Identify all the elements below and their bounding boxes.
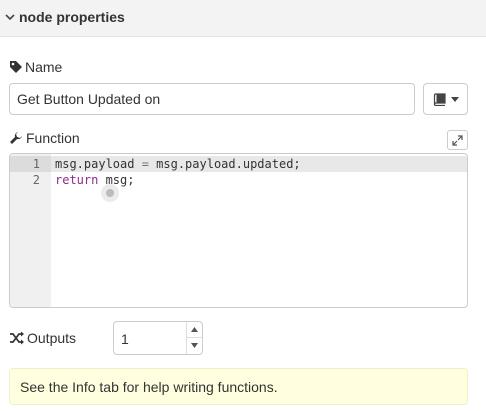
expand-editor-button[interactable] (447, 130, 468, 150)
section-title: node properties (19, 9, 125, 25)
shuffle-icon (10, 331, 24, 345)
caret-down-icon (191, 343, 198, 348)
name-label: Name (25, 59, 63, 75)
outputs-label: Outputs (27, 330, 77, 346)
tag-icon (10, 61, 22, 73)
expand-icon (452, 135, 463, 146)
library-button[interactable] (423, 83, 468, 115)
function-label: Function (26, 130, 80, 146)
line-number: 2 (32, 173, 40, 187)
spinner-up-button[interactable] (186, 322, 202, 338)
text-cursor-marker-icon (101, 184, 119, 202)
code-token: msg.payload (55, 157, 142, 171)
chevron-down-icon[interactable] (2, 8, 18, 26)
outputs-value[interactable]: 1 (121, 331, 129, 347)
line-number: 1 (32, 157, 40, 171)
code-line[interactable]: msg.payload = msg.payload.updated; (55, 156, 301, 172)
caret-down-icon (451, 97, 459, 102)
name-input[interactable] (9, 83, 415, 115)
code-keyword: return (55, 173, 99, 187)
spinner-down-button[interactable] (186, 338, 202, 354)
caret-up-icon (191, 327, 198, 332)
code-line[interactable]: return msg; (55, 172, 134, 188)
section-header[interactable]: node properties (0, 0, 486, 37)
help-tip: See the Info tab for help writing functi… (9, 368, 468, 405)
outputs-spinner[interactable]: 1 (113, 321, 203, 355)
book-icon (433, 93, 446, 106)
code-operator: = (141, 157, 149, 171)
code-token: msg.payload.updated; (148, 157, 301, 171)
wrench-icon (10, 132, 22, 144)
help-tip-text: See the Info tab for help writing functi… (20, 379, 278, 395)
code-editor[interactable]: 1 2 msg.payload = msg.payload.updated; r… (9, 153, 468, 308)
